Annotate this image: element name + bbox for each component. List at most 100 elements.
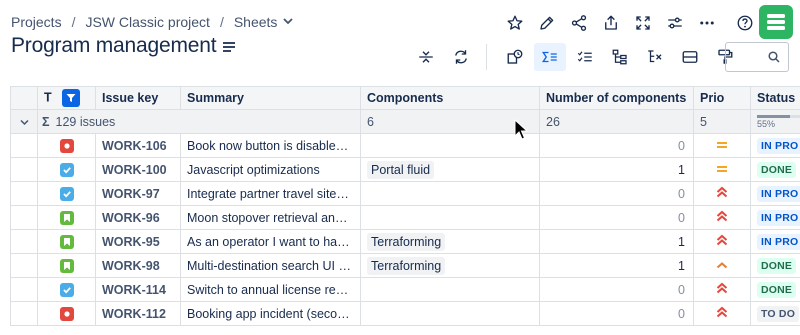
column-header-status[interactable]: Status <box>750 86 800 110</box>
table-row[interactable]: WORK-98 Multi-destination search UI m...… <box>10 253 800 278</box>
tree-filter-icon <box>648 50 662 63</box>
sheets-logo-icon <box>767 14 785 30</box>
num-components-cell[interactable]: 0 <box>539 205 694 230</box>
header-expander <box>10 86 38 110</box>
table-row[interactable]: WORK-96 Moon stopover retrieval and r...… <box>10 205 800 230</box>
components-cell[interactable] <box>360 301 540 326</box>
issue-key[interactable]: WORK-106 <box>95 133 181 158</box>
history-button[interactable] <box>499 43 531 71</box>
components-cell[interactable] <box>360 205 540 230</box>
priority-cell[interactable] <box>693 301 751 326</box>
num-components-cell[interactable]: 1 <box>539 229 694 254</box>
edit-button[interactable] <box>532 8 562 38</box>
priority-cell[interactable] <box>693 157 751 182</box>
more-button[interactable] <box>692 8 722 38</box>
column-header-type[interactable]: T <box>37 86 96 110</box>
search-input[interactable] <box>725 42 789 72</box>
status-cell[interactable]: IN PRO <box>750 205 800 230</box>
column-header-prio[interactable]: Prio <box>693 86 751 110</box>
priority-cell[interactable] <box>693 253 751 278</box>
priority-cell[interactable] <box>693 181 751 206</box>
share-button[interactable] <box>564 8 594 38</box>
refresh-button[interactable] <box>445 43 477 71</box>
issue-key[interactable]: WORK-112 <box>95 301 181 326</box>
summary-toggle-button[interactable] <box>534 43 566 71</box>
issue-key[interactable]: WORK-100 <box>95 157 181 182</box>
breadcrumb-projects-link[interactable]: Projects <box>11 14 62 30</box>
status-cell[interactable]: TO DO <box>750 301 800 326</box>
issue-key[interactable]: WORK-96 <box>95 205 181 230</box>
issue-summary[interactable]: Moon stopover retrieval and r... <box>180 205 361 230</box>
num-components-cell[interactable]: 1 <box>539 157 694 182</box>
num-components-cell[interactable]: 1 <box>539 253 694 278</box>
issue-key[interactable]: WORK-95 <box>95 229 181 254</box>
status-cell[interactable]: DONE <box>750 277 800 302</box>
issue-summary[interactable]: Multi-destination search UI m... <box>180 253 361 278</box>
breadcrumb-project-link[interactable]: JSW Classic project <box>85 14 209 30</box>
checklist-button[interactable] <box>569 43 601 71</box>
settings-button[interactable] <box>660 8 690 38</box>
issue-type-cell <box>37 181 96 206</box>
priority-highest-icon <box>716 186 728 198</box>
column-header-key[interactable]: Issue key <box>95 86 181 110</box>
num-components-cell[interactable]: 0 <box>539 277 694 302</box>
breadcrumb-sheets-dropdown[interactable]: Sheets <box>234 14 278 30</box>
status-cell[interactable]: IN PRO <box>750 229 800 254</box>
priority-highest-icon <box>716 306 728 318</box>
breadcrumb: Projects / JSW Classic project / Sheets <box>11 12 294 32</box>
status-cell[interactable]: IN PRO <box>750 133 800 158</box>
issue-summary[interactable]: Javascript optimizations <box>180 157 361 182</box>
row-height-button[interactable] <box>410 43 442 71</box>
sigma-icon: Σ <box>42 114 50 129</box>
status-cell[interactable]: DONE <box>750 157 800 182</box>
priority-cell[interactable] <box>693 133 751 158</box>
issue-summary[interactable]: Integrate partner travel sites ... <box>180 181 361 206</box>
table-row[interactable]: WORK-112 Booking app incident (secon... … <box>10 301 800 326</box>
column-header-components[interactable]: Components <box>360 86 540 110</box>
table-row[interactable]: WORK-95 As an operator I want to have...… <box>10 229 800 254</box>
priority-cell[interactable] <box>693 277 751 302</box>
components-cell[interactable] <box>360 277 540 302</box>
priority-cell[interactable] <box>693 229 751 254</box>
issue-summary[interactable]: As an operator I want to have... <box>180 229 361 254</box>
priority-cell[interactable] <box>693 205 751 230</box>
issue-summary[interactable]: Switch to annual license rene... <box>180 277 361 302</box>
num-components-cell[interactable]: 0 <box>539 181 694 206</box>
column-header-summary[interactable]: Summary <box>180 86 361 110</box>
chevron-down-icon[interactable] <box>283 17 294 28</box>
fullscreen-button[interactable] <box>628 8 658 38</box>
app-logo[interactable] <box>759 5 793 39</box>
table-row[interactable]: WORK-100 Javascript optimizations Portal… <box>10 157 800 182</box>
rows-button[interactable] <box>674 43 706 71</box>
collapse-toggle[interactable] <box>10 109 38 134</box>
table-row[interactable]: WORK-97 Integrate partner travel sites .… <box>10 181 800 206</box>
star-button[interactable] <box>500 8 530 38</box>
status-cell[interactable]: IN PRO <box>750 181 800 206</box>
tree-filter-button[interactable] <box>639 43 671 71</box>
issue-key[interactable]: WORK-114 <box>95 277 181 302</box>
components-cell[interactable] <box>360 133 540 158</box>
components-cell[interactable]: Portal fluid <box>360 157 540 182</box>
sigma-list-icon <box>541 51 557 63</box>
num-components-cell[interactable]: 0 <box>539 133 694 158</box>
filter-button[interactable] <box>61 89 80 107</box>
export-button[interactable] <box>596 8 626 38</box>
issue-key[interactable]: WORK-98 <box>95 253 181 278</box>
column-header-num-components[interactable]: Number of components <box>539 86 694 110</box>
rows-icon <box>682 51 698 63</box>
components-cell[interactable] <box>360 181 540 206</box>
status-cell[interactable]: DONE <box>750 253 800 278</box>
issue-key[interactable]: WORK-97 <box>95 181 181 206</box>
priority-medium-icon <box>717 165 727 172</box>
table-row[interactable]: WORK-106 Book now button is disabled /..… <box>10 133 800 158</box>
issue-summary[interactable]: Booking app incident (secon... <box>180 301 361 326</box>
row-expander <box>10 229 38 254</box>
menu-icon[interactable] <box>222 41 236 53</box>
components-cell[interactable]: Terraforming <box>360 229 540 254</box>
help-button[interactable] <box>730 8 760 38</box>
num-components-cell[interactable]: 0 <box>539 301 694 326</box>
table-row[interactable]: WORK-114 Switch to annual license rene..… <box>10 277 800 302</box>
issue-summary[interactable]: Book now button is disabled /... <box>180 133 361 158</box>
components-cell[interactable]: Terraforming <box>360 253 540 278</box>
hierarchy-button[interactable] <box>604 43 636 71</box>
